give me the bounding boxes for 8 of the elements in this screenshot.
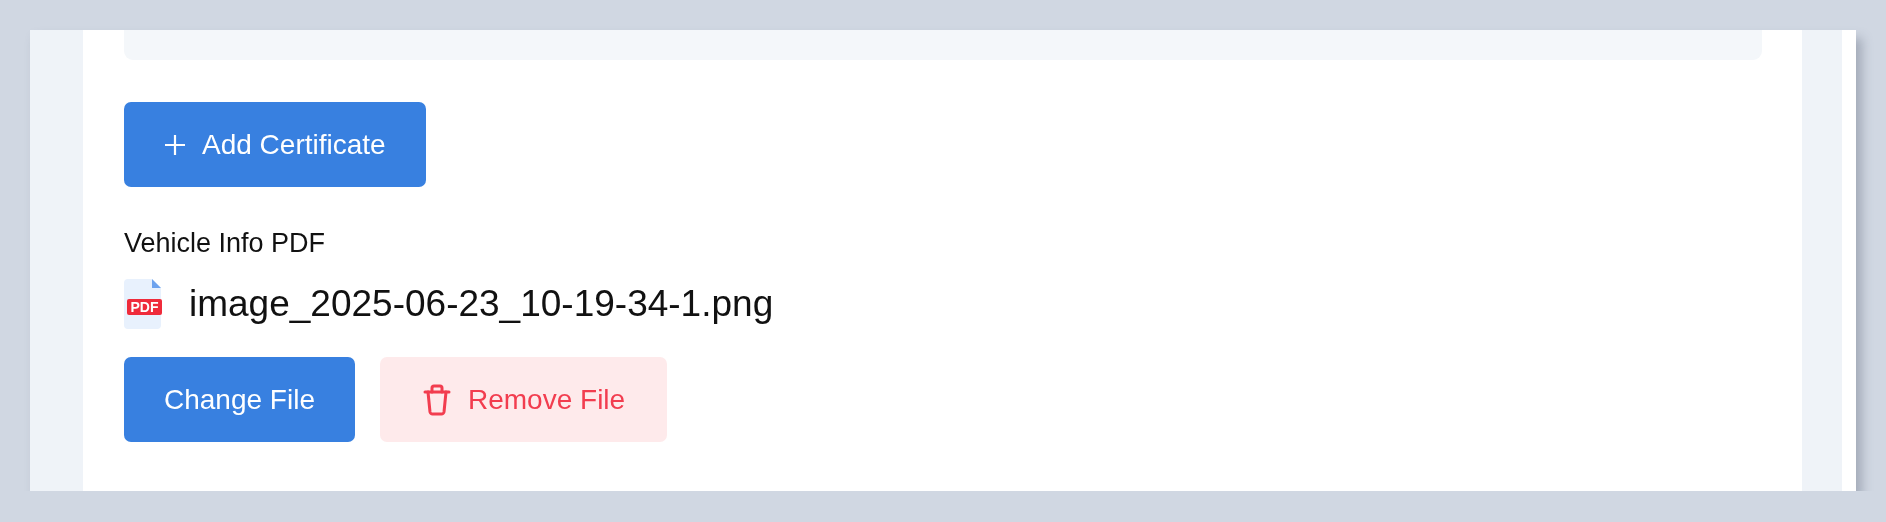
remove-file-button[interactable]: Remove File	[380, 357, 668, 442]
field-label: Vehicle Info PDF	[124, 227, 327, 259]
add-certificate-button[interactable]: Add Certificate	[124, 102, 426, 187]
trash-icon	[422, 383, 452, 416]
pdf-file-icon: PDF	[124, 279, 162, 329]
file-name: image_2025-06-23_10-19-34-1.png	[189, 283, 774, 325]
change-file-button[interactable]: Change File	[124, 357, 355, 442]
plus-icon	[164, 133, 186, 156]
